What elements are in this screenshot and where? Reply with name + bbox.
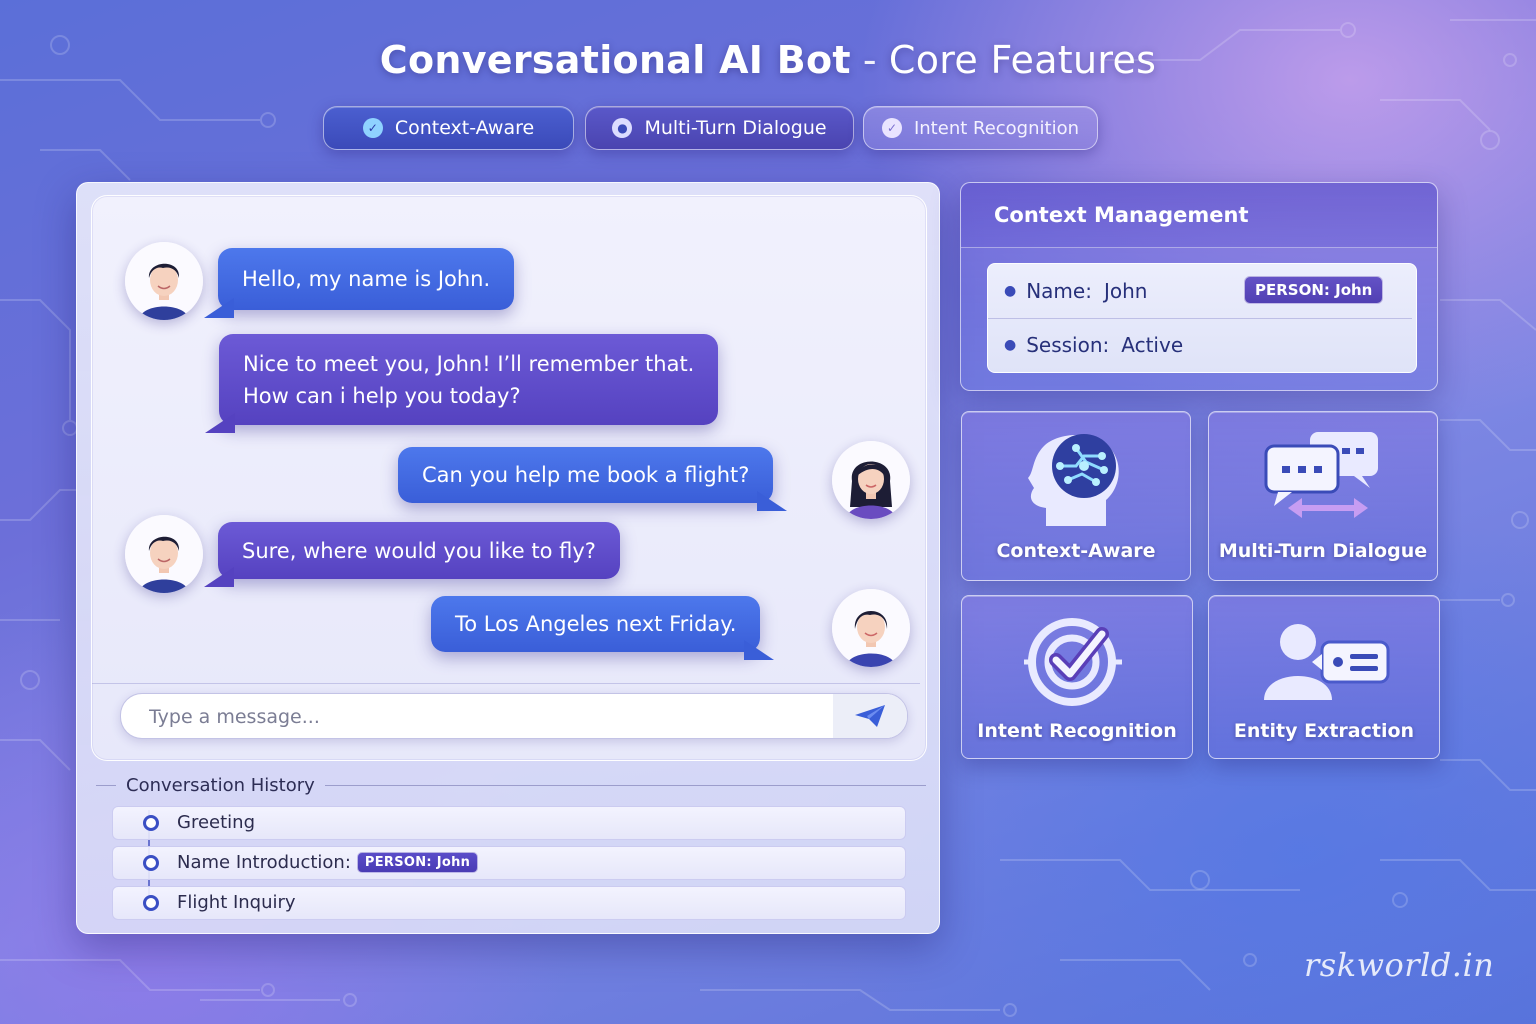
feature-label: Context-Aware [996,540,1156,562]
history-list: Greeting Name Introduction: PERSON: John … [112,806,906,926]
card-icon-wrap [1209,610,1437,720]
page-title: Conversational AI Bot - Core Features [0,38,1536,82]
context-row-session: ● Session: Active [988,318,1416,372]
check-circle-icon: ✓ [881,118,902,138]
bubble-tail [205,413,235,433]
feature-label: Intent Recognition [977,720,1177,742]
context-row-name: ● Name: John PERSON: John [988,264,1412,319]
card-icon-wrap [962,610,1190,720]
context-body: ● Name: John PERSON: John ● Session: Act… [987,263,1417,373]
history-header: Conversation History [96,772,926,798]
tag-intent-recognition[interactable]: ✓ Intent Recognition [863,106,1098,150]
bullet-icon: ● [1004,283,1017,299]
paper-plane-icon [855,705,885,727]
context-value: John [1103,279,1148,303]
context-label: Session: [1026,333,1110,357]
message-text: To Los Angeles next Friday. [455,612,737,636]
feature-tags: ✓ Context-Aware ● Multi-Turn Dialogue ✓ … [0,106,1536,150]
feature-card-context-aware[interactable]: Context-Aware [961,411,1191,581]
context-label: Name: [1026,279,1092,303]
feature-card-entity-extraction[interactable]: Entity Extraction [1208,595,1440,759]
title-main: Conversational AI Bot [379,38,851,82]
tag-multi-turn-dialogue[interactable]: ● Multi-Turn Dialogue [585,106,854,150]
title-separator: - [862,38,877,82]
bubble-tail [204,567,234,587]
history-item-label: Flight Inquiry [177,892,296,913]
chat-message-user: Hello, my name is John. [204,248,515,318]
history-item-label: Greeting [177,812,255,833]
history-title: Conversation History [126,774,315,796]
timeline-dot-icon [143,815,159,831]
female-avatar-icon [832,441,910,519]
chat-message-bot: Nice to meet you, John! I’ll remember th… [205,334,719,433]
history-item-text: Name Introduction: PERSON: John [177,852,479,875]
male-avatar-icon [125,515,203,593]
female-avatar-icon [832,589,910,667]
chat-message-user: To Los Angeles next Friday. [431,596,775,660]
timeline-dot-icon [143,855,159,871]
history-item-label: Name Introduction: [177,852,351,873]
divider [324,784,926,786]
target-check-icon [1024,618,1122,706]
message-input[interactable] [121,694,851,738]
card-icon-wrap [1209,426,1437,536]
history-item[interactable]: Flight Inquiry [112,886,906,920]
feature-card-intent-recognition[interactable]: Intent Recognition [961,595,1193,759]
dot-circle-icon: ● [612,118,633,138]
chat-bubbles-icon [1264,432,1378,518]
male-avatar-icon [125,242,203,320]
tag-label: Multi-Turn Dialogue [644,117,827,139]
send-button[interactable] [833,694,907,738]
entity-badge: PERSON: John [1244,276,1384,304]
context-management-panel: Context Management ● Name: John PERSON: … [960,182,1438,391]
watermark: rskworld.in [1304,946,1495,984]
message-text: Hello, my name is John. [242,267,491,291]
chat-message-bot: Sure, where would you like to fly? [204,522,620,587]
history-item[interactable]: Name Introduction: PERSON: John [112,846,906,880]
history-item[interactable]: Greeting [112,806,906,840]
card-icon-wrap [962,426,1190,536]
entity-badge: PERSON: John [356,852,479,873]
tag-context-aware[interactable]: ✓ Context-Aware [323,106,574,150]
input-divider [92,683,920,684]
message-input-box [120,693,908,739]
check-circle-icon: ✓ [362,118,383,138]
feature-label: Entity Extraction [1233,720,1415,742]
timeline-dot-icon [143,895,159,911]
context-value: Active [1121,333,1184,357]
message-text: Can you help me book a flight? [422,463,750,487]
brain-head-icon [1028,434,1119,526]
person-card-icon [1264,624,1390,700]
chat-message-user: Can you help me book a flight? [398,447,788,511]
message-line: Nice to meet you, John! I’ll remember th… [243,351,695,376]
divider [96,784,116,786]
bubble-tail [204,298,234,318]
context-header: Context Management [961,183,1437,248]
tag-label: Context-Aware [394,117,535,139]
bubble-tail [757,491,788,511]
feature-label: Multi-Turn Dialogue [1218,540,1428,562]
title-sub: Core Features [888,38,1157,82]
message-text: Sure, where would you like to fly? [242,538,596,563]
feature-card-multi-turn-dialogue[interactable]: Multi-Turn Dialogue [1208,411,1438,581]
bubble-tail [744,640,775,660]
context-title: Context Management [994,203,1249,227]
message-line: How can i help you today? [243,383,521,408]
bullet-icon: ● [1004,337,1017,353]
tag-label: Intent Recognition [913,117,1080,139]
